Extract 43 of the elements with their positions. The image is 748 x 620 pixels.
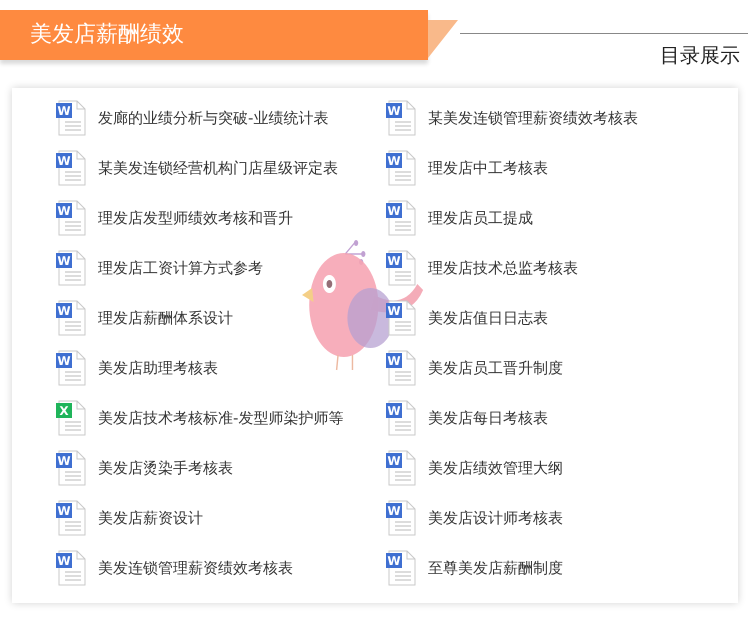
file-name[interactable]: 美发店技术考核标准-发型师染护师等 (98, 408, 344, 428)
document-icon: W (386, 150, 416, 186)
document-icon: W (56, 100, 86, 136)
file-name[interactable]: 理发店技术总监考核表 (428, 258, 578, 278)
document-icon: W (56, 150, 86, 186)
file-name[interactable]: 美发店助理考核表 (98, 358, 218, 378)
file-name[interactable]: 美发店烫染手考核表 (98, 458, 233, 478)
document-icon: W (56, 450, 86, 486)
file-name[interactable]: 美发连锁管理薪资绩效考核表 (98, 558, 293, 578)
document-icon: W (56, 500, 86, 536)
file-name[interactable]: 某美发连锁管理薪资绩效考核表 (428, 108, 638, 128)
file-name[interactable]: 美发店薪资设计 (98, 508, 203, 528)
file-name[interactable]: 至尊美发店薪酬制度 (428, 558, 563, 578)
document-icon: W (386, 550, 416, 586)
file-name[interactable]: 某美发连锁经营机构门店星级评定表 (98, 158, 338, 178)
document-icon: W (386, 500, 416, 536)
file-name[interactable]: 理发店中工考核表 (428, 158, 548, 178)
file-name[interactable]: 美发店员工晋升制度 (428, 358, 563, 378)
document-icon: W (386, 450, 416, 486)
file-name[interactable]: 美发店绩效管理大纲 (428, 458, 563, 478)
document-icon: W (386, 350, 416, 386)
document-icon: W (386, 100, 416, 136)
file-name[interactable]: 理发店发型师绩效考核和晋升 (98, 208, 293, 228)
title-banner: 美发店薪酬绩效 (0, 10, 428, 60)
file-name[interactable]: 美发店每日考核表 (428, 408, 548, 428)
document-icon: X (56, 400, 86, 436)
banner-fold-icon (428, 20, 460, 60)
document-icon: W (386, 300, 416, 336)
document-icon: W (56, 350, 86, 386)
file-name[interactable]: 美发店值日日志表 (428, 308, 548, 328)
document-icon: W (56, 300, 86, 336)
section-subtitle: 目录展示 (660, 42, 741, 69)
file-name[interactable]: 理发店薪酬体系设计 (98, 308, 233, 328)
file-name[interactable]: 美发店设计师考核表 (428, 508, 563, 528)
document-icon: W (56, 200, 86, 236)
document-icon: W (386, 400, 416, 436)
file-name[interactable]: 发廊的业绩分析与突破-业绩统计表 (98, 108, 328, 128)
document-icon: W (386, 200, 416, 236)
document-icon: W (56, 250, 86, 286)
document-icon: W (386, 250, 416, 286)
document-icon: W (56, 550, 86, 586)
file-name[interactable]: 理发店员工提成 (428, 208, 533, 228)
file-name[interactable]: 理发店工资计算方式参考 (98, 258, 263, 278)
